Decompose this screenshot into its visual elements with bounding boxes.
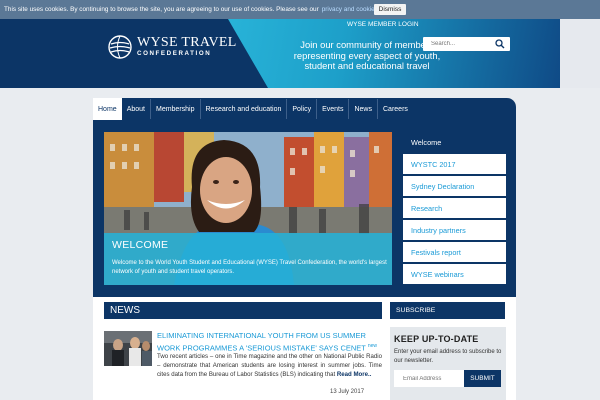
nav-policy[interactable]: Policy — [287, 99, 318, 119]
site-header: WYSE MEMBER LOGIN WYSE TRAVEL CONFEDERAT… — [0, 19, 600, 88]
side-link-wyse-webinars[interactable]: WYSE webinars — [403, 264, 506, 284]
cookie-bar: This site uses cookies. By continuing to… — [0, 0, 600, 19]
submit-button[interactable]: SUBMIT — [464, 370, 501, 387]
side-link-wystc[interactable]: WYSTC 2017 — [403, 154, 506, 174]
news-date: 13 July 2017 — [330, 389, 365, 395]
nav-news[interactable]: News — [349, 99, 378, 119]
read-more-link[interactable]: Read More.. — [337, 371, 372, 378]
nav-events[interactable]: Events — [317, 99, 350, 119]
side-link-sydney-declaration[interactable]: Sydney Declaration — [403, 176, 506, 196]
new-badge: new — [367, 343, 378, 349]
hero-banner[interactable]: WELCOME Welcome to the World Youth Stude… — [104, 132, 392, 285]
subscribe-text: Enter your email address to subscribe to… — [394, 349, 502, 364]
subscribe-heading: SUBSCRIBE — [390, 302, 505, 319]
side-link-welcome[interactable]: Welcome — [403, 132, 506, 152]
dismiss-button[interactable]: Dismiss — [374, 4, 406, 15]
side-link-festivals-report[interactable]: Festivals report — [403, 242, 506, 262]
email-field[interactable] — [394, 370, 464, 387]
wyse-logo[interactable]: WYSE TRAVEL CONFEDERATION — [108, 35, 237, 59]
side-link-research[interactable]: Research — [403, 198, 506, 218]
nav-careers[interactable]: Careers — [378, 99, 413, 119]
news-heading: NEWS — [104, 302, 382, 319]
header-tagline: Join our community of members representi… — [293, 39, 441, 71]
side-link-industry-partners[interactable]: Industry partners — [403, 220, 506, 240]
nav-research-education[interactable]: Research and education — [201, 99, 288, 119]
member-login-link[interactable]: WYSE MEMBER LOGIN — [347, 21, 419, 28]
hero-caption: WELCOME Welcome to the World Youth Stude… — [104, 233, 392, 285]
nav-about[interactable]: About — [122, 99, 151, 119]
globe-icon — [108, 35, 132, 59]
logo-subtitle: CONFEDERATION — [137, 50, 212, 57]
side-links: Welcome WYSTC 2017 Sydney Declaration Re… — [403, 132, 506, 284]
news-article-title[interactable]: ELIMINATING INTERNATIONAL YOUTH FROM US … — [157, 331, 382, 354]
news-article-excerpt: Two recent articles – one in Time magazi… — [157, 353, 382, 378]
hero-heading: WELCOME — [112, 239, 169, 251]
nav-membership[interactable]: Membership — [151, 99, 201, 119]
news-thumbnail[interactable] — [104, 331, 152, 366]
hero-text: Welcome to the World Youth Student and E… — [112, 260, 387, 275]
nav-home[interactable]: Home — [93, 98, 122, 120]
subscribe-title: KEEP UP-TO-DATE — [394, 334, 479, 344]
search-icon[interactable] — [495, 39, 505, 49]
logo-title: WYSE TRAVEL — [137, 35, 237, 50]
cookie-message: This site uses cookies. By continuing to… — [4, 6, 319, 13]
main-nav: Home About Membership Research and educa… — [93, 98, 413, 120]
